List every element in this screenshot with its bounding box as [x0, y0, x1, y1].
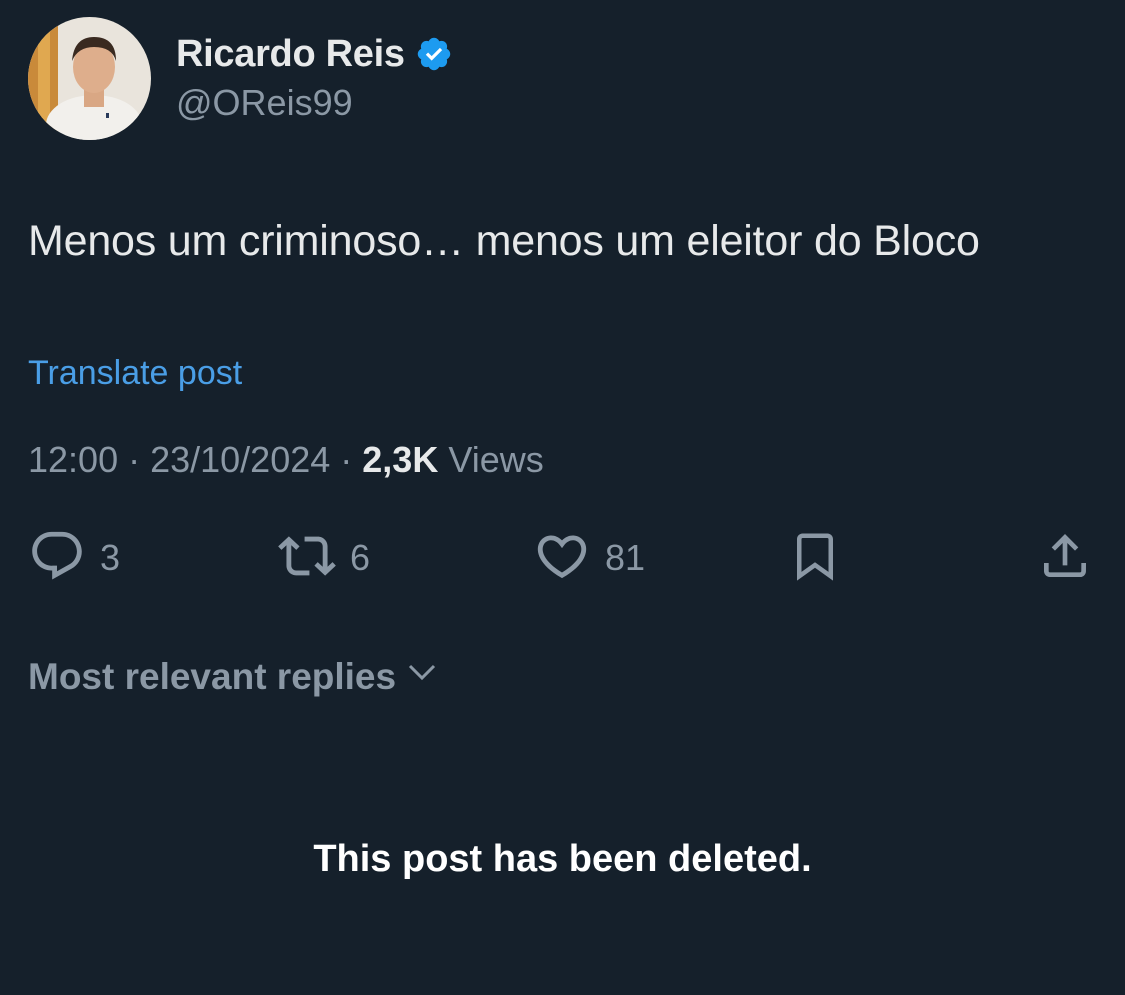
replies-sort-label: Most relevant replies — [28, 655, 397, 697]
like-icon — [533, 527, 591, 590]
repost-button[interactable]: 6 — [278, 530, 370, 586]
meta-separator: · — [330, 439, 363, 480]
repost-count: 6 — [350, 537, 371, 578]
bookmark-button[interactable] — [788, 530, 842, 586]
share-icon — [1037, 527, 1093, 590]
post-text: Menos um criminoso… menos um eleitor do … — [28, 217, 980, 265]
share-button[interactable] — [1037, 530, 1093, 586]
chevron-down-icon — [404, 654, 440, 699]
like-button[interactable]: 81 — [533, 530, 645, 586]
reply-count: 3 — [100, 537, 121, 578]
like-count: 81 — [605, 537, 646, 578]
verified-badge-icon — [415, 35, 453, 73]
views-label: Views — [438, 439, 544, 480]
post-time[interactable]: 12:00 — [28, 439, 118, 480]
replies-sort-dropdown[interactable]: Most relevant replies — [28, 654, 440, 699]
meta-separator: · — [118, 439, 151, 480]
deleted-post-notice: This post has been deleted. — [313, 838, 812, 880]
user-handle[interactable]: @OReis99 — [176, 82, 353, 124]
views-count: 2,3K — [362, 439, 439, 480]
post-meta: 12:00 · 23/10/2024 · 2,3K Views — [28, 439, 544, 481]
display-name[interactable]: Ricardo Reis — [176, 33, 405, 76]
avatar[interactable] — [28, 17, 151, 140]
repost-icon — [278, 527, 336, 590]
reply-icon — [28, 527, 86, 590]
reply-button[interactable]: 3 — [28, 530, 120, 586]
post-date[interactable]: 23/10/2024 — [150, 439, 330, 480]
bookmark-icon — [788, 527, 842, 590]
translate-post-link[interactable]: Translate post — [28, 354, 242, 393]
